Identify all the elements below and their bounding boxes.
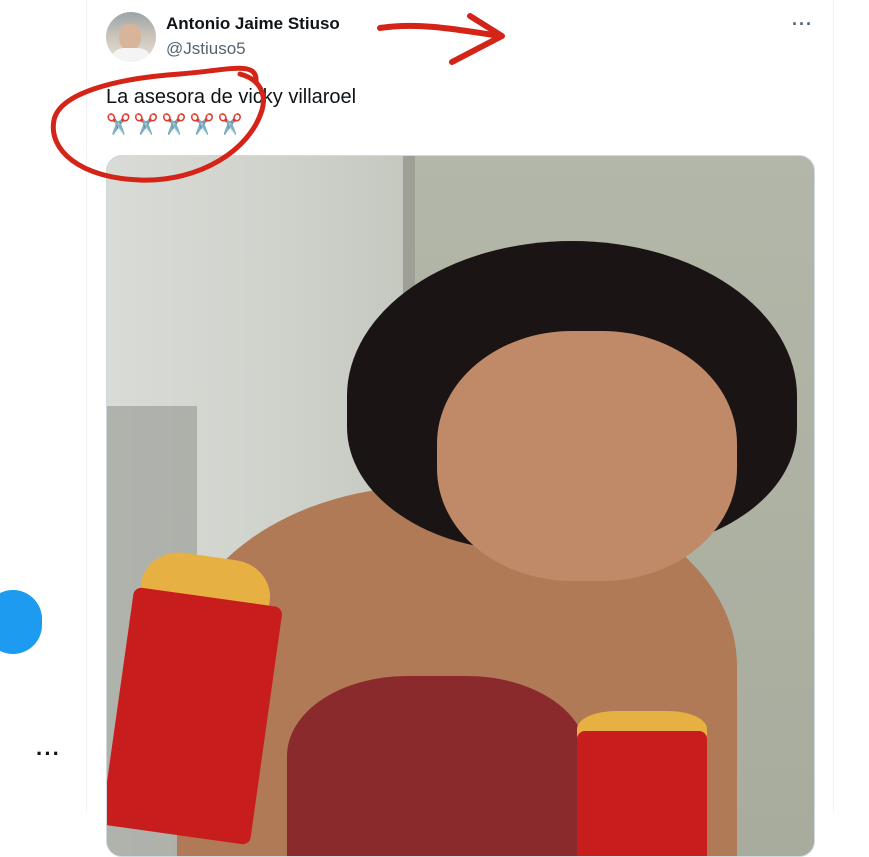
- avatar[interactable]: [106, 12, 156, 62]
- left-sidebar: ···: [0, 0, 87, 812]
- photo-fries-box-right: [577, 731, 707, 856]
- avatar-face: [119, 24, 141, 50]
- scissors-emoji-row: ✂️✂️✂️✂️✂️: [106, 114, 246, 136]
- tweet[interactable]: Antonio Jaime Stiuso @Jstiuso5 ··· La as…: [87, 0, 834, 857]
- photo-person-face: [437, 331, 737, 581]
- tweet-text: La asesora de vicky villaroel: [106, 86, 357, 108]
- more-options-icon[interactable]: ···: [792, 14, 813, 35]
- user-handle[interactable]: @Jstiuso5: [166, 39, 246, 59]
- display-name[interactable]: Antonio Jaime Stiuso: [166, 14, 340, 34]
- tweet-photo[interactable]: [106, 155, 815, 857]
- sidebar-more-icon[interactable]: ···: [36, 743, 61, 765]
- compose-button[interactable]: [0, 590, 42, 654]
- photo-red-top: [287, 676, 587, 856]
- avatar-shirt: [110, 48, 152, 62]
